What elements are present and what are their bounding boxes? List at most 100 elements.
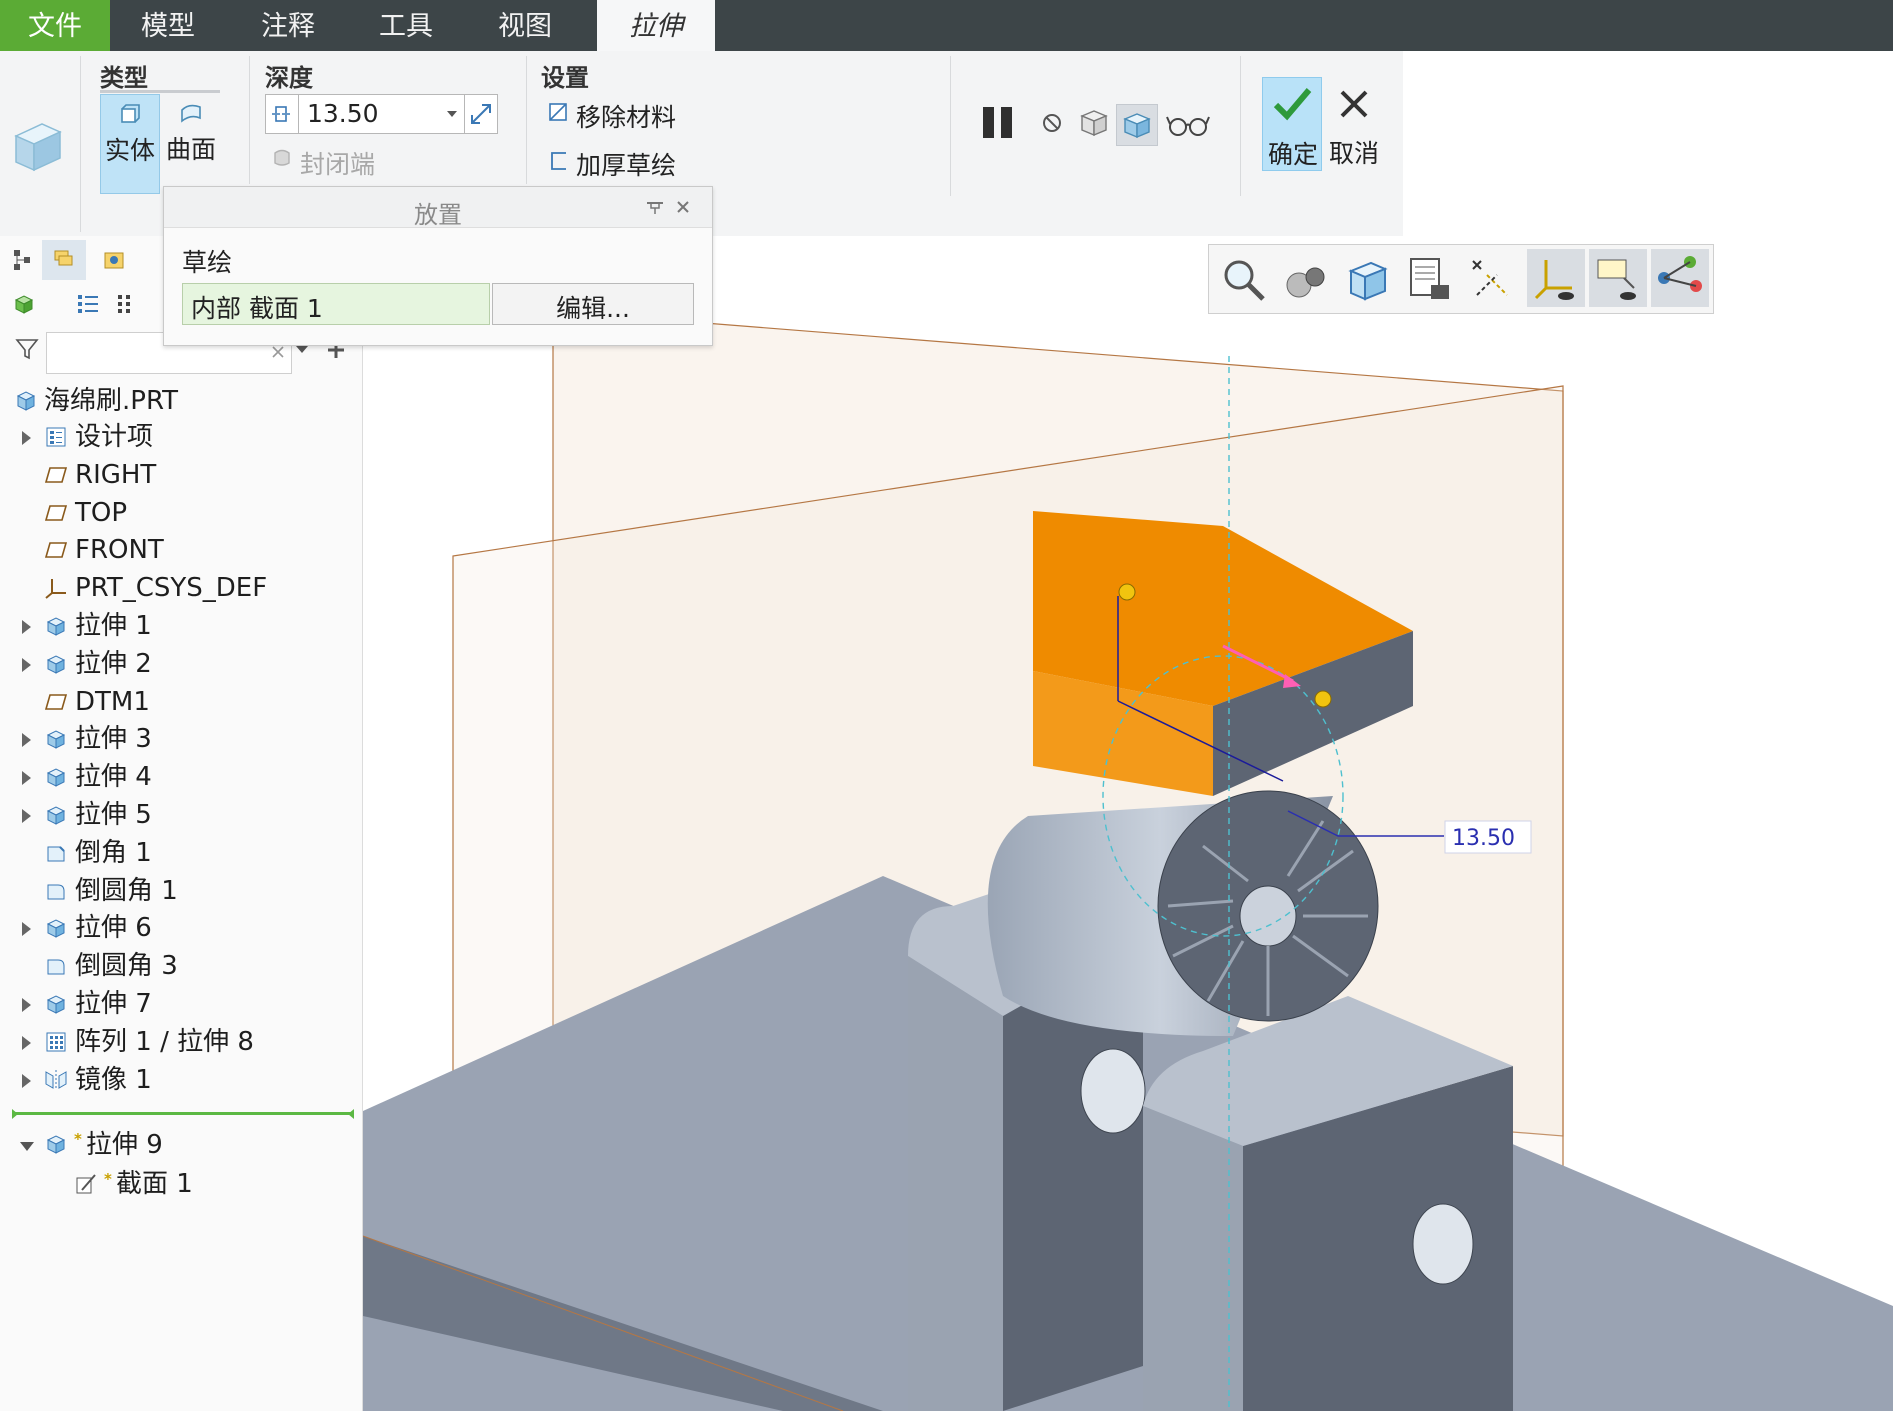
- solid-type-button[interactable]: 实体: [100, 94, 160, 194]
- tree-item[interactable]: PRT_CSYS_DEF: [75, 570, 267, 606]
- menu-annotate[interactable]: 注释: [238, 0, 338, 51]
- layers-icon: [52, 248, 76, 272]
- menu-extrude-tab[interactable]: 拉伸: [597, 0, 715, 53]
- display-style-icon[interactable]: [1281, 255, 1329, 303]
- saved-orientations-icon[interactable]: [1343, 255, 1391, 303]
- tree-item[interactable]: 拉伸 6: [75, 910, 152, 946]
- tree-item[interactable]: 阵列 1 / 拉伸 8: [75, 1024, 254, 1060]
- sketch-collector-field[interactable]: 内部 截面 1: [182, 283, 490, 325]
- cancel-button[interactable]: 取消: [1326, 77, 1384, 169]
- glasses-preview-icon[interactable]: [1166, 112, 1212, 138]
- insert-indicator-line[interactable]: [14, 1112, 354, 1115]
- tree-item-section[interactable]: 截面 1: [116, 1166, 193, 1202]
- depth-dimension-label[interactable]: 13.50: [1452, 826, 1515, 851]
- tree-item[interactable]: 拉伸 4: [75, 759, 152, 795]
- tree-item[interactable]: 拉伸 3: [75, 721, 152, 757]
- tree-item[interactable]: TOP: [75, 495, 127, 531]
- tree-item[interactable]: 倒圆角 3: [75, 948, 178, 984]
- model-tree-tab-icon[interactable]: [12, 248, 36, 272]
- support-left-side: [908, 956, 1003, 1411]
- expand-arrow-icon[interactable]: [22, 1074, 31, 1088]
- tree-item-active-feature[interactable]: 拉伸 9: [86, 1127, 163, 1163]
- tree-item[interactable]: 拉伸 7: [75, 986, 152, 1022]
- surface-icon: [179, 101, 203, 125]
- menu-view[interactable]: 视图: [475, 0, 575, 51]
- graphics-viewport[interactable]: 13.50: [363, 236, 1893, 1411]
- tree-item[interactable]: 倒角 1: [75, 835, 152, 871]
- tree-item[interactable]: 镜像 1: [75, 1062, 152, 1098]
- tree-item[interactable]: FRONT: [75, 532, 164, 568]
- blind-depth-icon: [270, 102, 294, 126]
- ok-button[interactable]: 确定: [1262, 77, 1322, 171]
- extrude-icon: [44, 1132, 68, 1156]
- annotation-display-icon: [1594, 254, 1642, 302]
- favorites-tab-icon[interactable]: [102, 248, 126, 272]
- expand-arrow-icon[interactable]: [22, 620, 31, 634]
- filter-dropdown-icon[interactable]: [296, 346, 308, 353]
- expand-arrow-icon[interactable]: [22, 431, 31, 445]
- tree-item[interactable]: 拉伸 2: [75, 646, 152, 682]
- tree-item[interactable]: RIGHT: [75, 457, 156, 493]
- no-preview-icon[interactable]: [1040, 111, 1064, 135]
- tree-item[interactable]: DTM1: [75, 684, 150, 720]
- thicken-sketch-label[interactable]: 加厚草绘: [576, 146, 676, 182]
- expand-arrow-icon[interactable]: [22, 1036, 31, 1050]
- support-right-hole: [1412, 1203, 1474, 1285]
- separate-preview-icon[interactable]: [1078, 108, 1110, 138]
- expand-arrow-icon[interactable]: [22, 658, 31, 672]
- remove-material-label[interactable]: 移除材料: [576, 98, 676, 134]
- new-section-star: *: [104, 1170, 112, 1188]
- flip-direction-button[interactable]: [464, 94, 498, 134]
- expand-arrow-icon[interactable]: [22, 771, 31, 785]
- close-panel-icon[interactable]: [675, 199, 691, 215]
- extrude-icon: [44, 614, 68, 638]
- model-tree-panel: 海绵刷.PRT 设计项 RIGHT TOP FRONT PRT_CSYS_DEF 拉伸 1…: [0, 236, 363, 1411]
- spin-center-toggle[interactable]: [1651, 249, 1709, 307]
- tree-item[interactable]: 设计项: [75, 419, 153, 455]
- depth-value-field[interactable]: 13.50: [298, 94, 466, 134]
- filter-icon[interactable]: [14, 336, 40, 362]
- expand-arrow-icon[interactable]: [22, 809, 31, 823]
- expand-arrow-icon[interactable]: [22, 922, 31, 936]
- placement-panel-header[interactable]: 放置: [164, 187, 712, 229]
- depth-option-button[interactable]: [265, 94, 299, 134]
- settings-group-title: 设置: [541, 64, 589, 92]
- chamfer-icon: [44, 841, 68, 865]
- tree-root-label[interactable]: 海绵刷.PRT: [44, 383, 178, 419]
- insert-indicator-left-arrow-icon: [12, 1109, 18, 1119]
- solid-label: 实体: [105, 136, 156, 165]
- edit-sketch-button[interactable]: 编辑...: [492, 283, 694, 325]
- layer-tree-tab[interactable]: [42, 240, 86, 280]
- pin-icon[interactable]: [645, 199, 665, 215]
- datum-display-icon[interactable]: [1467, 255, 1515, 303]
- extrude-icon: [44, 652, 68, 676]
- csys-display-toggle[interactable]: [1527, 249, 1585, 307]
- pause-icon[interactable]: [980, 104, 1016, 140]
- tree-item[interactable]: 拉伸 1: [75, 608, 152, 644]
- flip-direction-icon: [469, 102, 493, 126]
- ribbon-blank-area: [1403, 51, 1893, 236]
- placement-panel: 放置 草绘 内部 截面 1 编辑...: [163, 186, 713, 346]
- menu-model[interactable]: 模型: [118, 0, 218, 51]
- view-manager-icon[interactable]: [1405, 255, 1453, 303]
- capped-ends-label[interactable]: 封闭端: [300, 145, 375, 181]
- tree-item[interactable]: 倒圆角 1: [75, 873, 178, 909]
- collapse-arrow-icon[interactable]: [20, 1142, 34, 1151]
- expand-arrow-icon[interactable]: [22, 733, 31, 747]
- part-icon[interactable]: [12, 292, 36, 316]
- extrude-icon: [44, 916, 68, 940]
- tree-columns-icon[interactable]: [76, 292, 100, 316]
- ribbon-separator: [950, 56, 951, 196]
- tree-item[interactable]: 拉伸 5: [75, 797, 152, 833]
- extrude-icon: [44, 765, 68, 789]
- extrude-icon: [44, 803, 68, 827]
- menu-file[interactable]: 文件: [0, 0, 110, 51]
- depth-dropdown-arrow-icon[interactable]: [447, 111, 457, 117]
- surface-type-button[interactable]: 曲面: [162, 94, 220, 192]
- tree-filter-settings-icon[interactable]: [112, 292, 136, 316]
- expand-arrow-icon[interactable]: [22, 998, 31, 1012]
- verify-preview-button[interactable]: [1116, 104, 1158, 146]
- menu-tools[interactable]: 工具: [356, 0, 456, 51]
- annotation-display-toggle[interactable]: [1589, 249, 1647, 307]
- zoom-icon[interactable]: [1219, 255, 1267, 303]
